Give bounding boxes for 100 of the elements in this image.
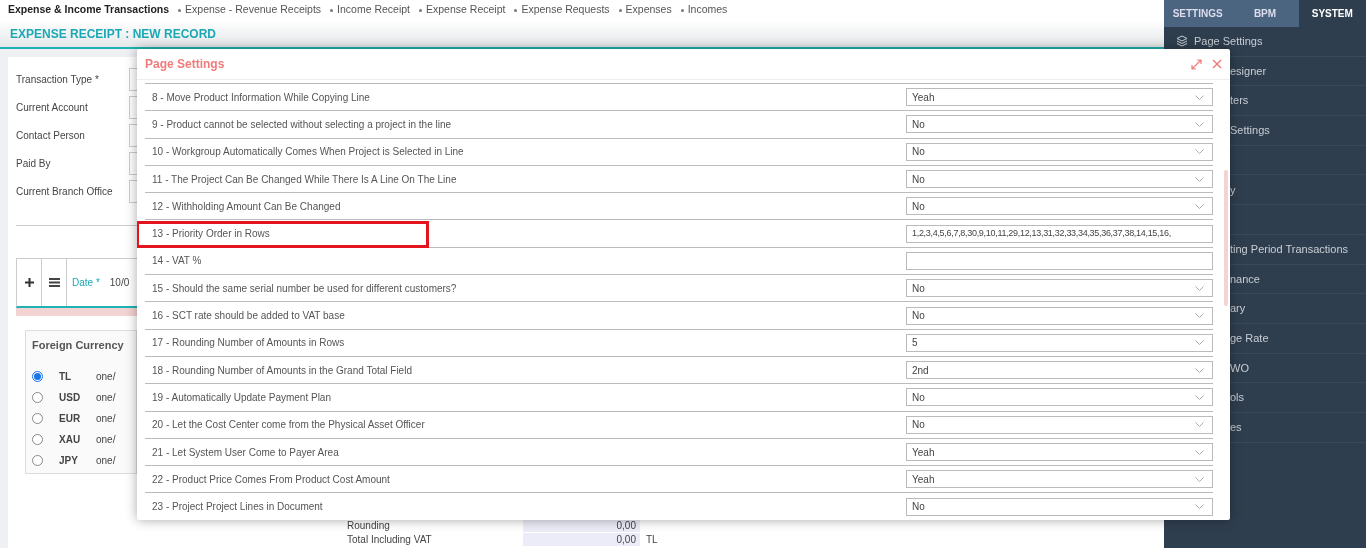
bullet-icon	[178, 8, 182, 12]
menu-item[interactable]: y	[1230, 181, 1236, 199]
dropdown[interactable]: No	[906, 115, 1213, 134]
menu-item[interactable]: es	[1230, 419, 1242, 436]
total-label: Rounding	[347, 519, 391, 532]
close-button[interactable]	[1212, 59, 1222, 69]
scrollbar[interactable]	[1224, 170, 1228, 306]
input-field[interactable]: 1,2,3,4,5,6,7,8,30,9,10,11,29,12,13,31,32,33,34,35,36,37,38,14,15,16,	[906, 224, 1213, 243]
currency-label: TL	[646, 533, 658, 546]
chevron-down-icon	[1195, 504, 1204, 510]
menu-item[interactable]: ters	[1230, 92, 1249, 109]
plus-icon	[24, 278, 34, 287]
menu-item[interactable]: ge Rate	[1230, 329, 1269, 347]
dropdown[interactable]: No	[906, 388, 1213, 407]
date-value: 10/0	[109, 276, 130, 290]
menu-item[interactable]: Settings	[1230, 122, 1270, 139]
dropdown[interactable]: Yeah	[906, 443, 1213, 461]
radio-button[interactable]	[32, 392, 43, 403]
panel-tab[interactable]: BPM	[1231, 0, 1299, 27]
date-label: Date *	[72, 276, 100, 290]
field-label: Contact Person	[16, 128, 86, 143]
setting-label: 8 - Move Product Information While Copying Line	[151, 90, 371, 105]
setting-label: 15 - Should the same serial number be used for different customers?	[151, 281, 458, 296]
menu-item[interactable]: nance	[1230, 270, 1260, 288]
radio-button[interactable]	[32, 413, 43, 424]
setting-label: 18 - Rounding Number of Amounts in the Grand Total Field	[151, 363, 413, 378]
menu-item[interactable]: Page Settings	[1176, 33, 1263, 50]
setting-label: 16 - SCT rate should be added to VAT base	[151, 309, 346, 323]
menu-item[interactable]: WO	[1230, 359, 1249, 377]
menu-item[interactable]: ols	[1230, 389, 1245, 406]
dropdown[interactable]: No	[906, 142, 1213, 161]
breadcrumb-link[interactable]: Expenses	[618, 2, 672, 18]
dropdown[interactable]: 2nd	[906, 361, 1213, 380]
breadcrumb-link[interactable]: Expense & Income Transactions	[8, 2, 170, 18]
setting-label: 19 - Automatically Update Payment Plan	[151, 390, 332, 405]
bullet-icon	[680, 8, 684, 12]
list-icon	[48, 278, 60, 287]
chevron-down-icon	[1195, 121, 1204, 127]
page-title: EXPENSE RECEIPT : NEW RECORD	[10, 25, 217, 43]
chevron-down-icon	[1195, 340, 1204, 346]
breadcrumb-link[interactable]: Incomes	[680, 2, 728, 18]
field-label: Current Branch Office	[16, 184, 114, 199]
bullet-icon	[330, 8, 334, 12]
panel-tab[interactable]: SETTINGS	[1164, 0, 1232, 27]
currency-rate: one/	[96, 412, 116, 426]
chevron-down-icon	[1195, 94, 1204, 100]
layers-icon	[1176, 35, 1188, 48]
radio-button[interactable]	[32, 371, 43, 382]
currency-code: JPY	[59, 454, 79, 468]
currency-rate: one/	[96, 370, 116, 384]
chevron-down-icon	[1195, 176, 1204, 182]
menu-item[interactable]: esigner	[1230, 62, 1267, 80]
expand-icon	[1191, 58, 1202, 70]
radio-button[interactable]	[32, 434, 43, 445]
chevron-down-icon	[1195, 149, 1204, 155]
menu-item[interactable]: ting Period Transactions	[1230, 240, 1348, 258]
currency-rate: one/	[96, 454, 116, 468]
setting-label: 14 - VAT %	[151, 254, 203, 269]
dropdown[interactable]: No	[906, 170, 1213, 189]
expand-button[interactable]	[1191, 58, 1202, 70]
breadcrumb-link[interactable]: Expense Receipt	[419, 2, 506, 18]
breadcrumb-link[interactable]: Expense Requests	[514, 2, 610, 18]
setting-label: 20 - Let the Cost Center come from the Physical Asset Officer	[151, 418, 426, 433]
dropdown[interactable]: Yeah	[906, 88, 1213, 107]
total-value: 0,00	[523, 533, 640, 546]
currency-rate: one/	[96, 391, 116, 405]
setting-label: 21 - Let System User Come to Payer Area	[151, 445, 340, 460]
field-label: Current Account	[16, 100, 89, 115]
field-label: Transaction Type *	[16, 72, 100, 87]
dialog-title: Page Settings	[145, 56, 225, 73]
currency-rate: one/	[96, 433, 116, 447]
radio-button[interactable]	[32, 455, 43, 466]
field-label: Paid By	[16, 156, 52, 171]
dropdown[interactable]: 5	[906, 333, 1213, 352]
setting-label: 23 - Project Project Lines in Document	[151, 500, 324, 515]
setting-label: 11 - The Project Can Be Changed While There Is A Line On The Line	[151, 172, 458, 187]
chevron-down-icon	[1195, 422, 1204, 428]
breadcrumb-link[interactable]: Income Receipt	[330, 2, 410, 18]
breadcrumb-link[interactable]: Expense - Revenue Receipts	[178, 2, 322, 18]
currency-code: USD	[59, 391, 82, 405]
setting-label: 13 - Priority Order in Rows	[151, 227, 271, 242]
dropdown[interactable]: No	[906, 497, 1213, 516]
dropdown[interactable]: No	[906, 415, 1213, 434]
dropdown[interactable]: No	[906, 306, 1213, 325]
currency-code: XAU	[59, 433, 82, 447]
close-icon	[1212, 59, 1222, 69]
setting-label: 17 - Rounding Number of Amounts in Rows	[151, 336, 346, 351]
dropdown[interactable]: Yeah	[906, 470, 1213, 489]
currency-code: TL	[59, 370, 73, 384]
chevron-down-icon	[1195, 449, 1204, 455]
bullet-icon	[618, 8, 622, 12]
chevron-down-icon	[1195, 313, 1204, 318]
setting-label: 12 - Withholding Amount Can Be Changed	[151, 199, 342, 214]
dropdown[interactable]: No	[906, 197, 1213, 216]
dropdown[interactable]: No	[906, 279, 1213, 298]
setting-label: 9 - Product cannot be selected without selecting a project in the line	[151, 117, 453, 132]
chevron-down-icon	[1195, 203, 1204, 209]
menu-item[interactable]: ary	[1230, 300, 1246, 317]
input-field[interactable]	[906, 251, 1213, 270]
chevron-down-icon	[1195, 394, 1204, 400]
